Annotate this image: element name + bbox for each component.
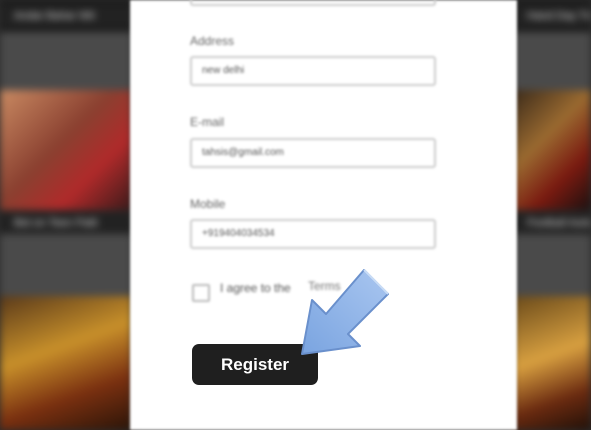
address-label: Address <box>190 34 235 48</box>
tile-gap <box>513 234 591 296</box>
tile-gap <box>0 234 132 296</box>
game-tile-caption: Football Auto Ro <box>513 212 591 234</box>
agree-label: I agree to the <box>220 281 291 295</box>
background-games-left: Andar Bahar Wit Bet on Teen Patti <box>0 0 132 430</box>
game-tile-caption: Hand Day Tru <box>513 5 591 27</box>
game-tile-image[interactable] <box>0 296 132 430</box>
registration-modal: Address new delhi E-mail tahsis@gmail.co… <box>130 0 517 430</box>
mobile-input[interactable]: +919404034534 <box>190 219 436 249</box>
tile-gap <box>0 32 132 90</box>
background-games-right: Hand Day Tru Football Auto Ro <box>513 0 591 430</box>
arrow-pointer-icon <box>301 269 389 355</box>
game-tile[interactable]: Andar Bahar Wit <box>0 0 132 32</box>
game-tile-image[interactable] <box>513 90 591 210</box>
email-input[interactable]: tahsis@gmail.com <box>190 138 436 168</box>
game-tile-image[interactable] <box>513 296 591 430</box>
game-tile[interactable]: Hand Day Tru <box>513 0 591 32</box>
game-tile-caption: Andar Bahar Wit <box>0 5 132 27</box>
game-tile-caption: Bet on Teen Patti <box>0 212 132 234</box>
agree-checkbox[interactable] <box>192 284 210 302</box>
tile-gap <box>513 32 591 90</box>
game-tile-image[interactable] <box>0 90 132 210</box>
previous-field-input[interactable] <box>190 0 436 6</box>
address-input[interactable]: new delhi <box>190 56 436 86</box>
email-label: E-mail <box>190 115 225 129</box>
mobile-label: Mobile <box>190 197 226 211</box>
